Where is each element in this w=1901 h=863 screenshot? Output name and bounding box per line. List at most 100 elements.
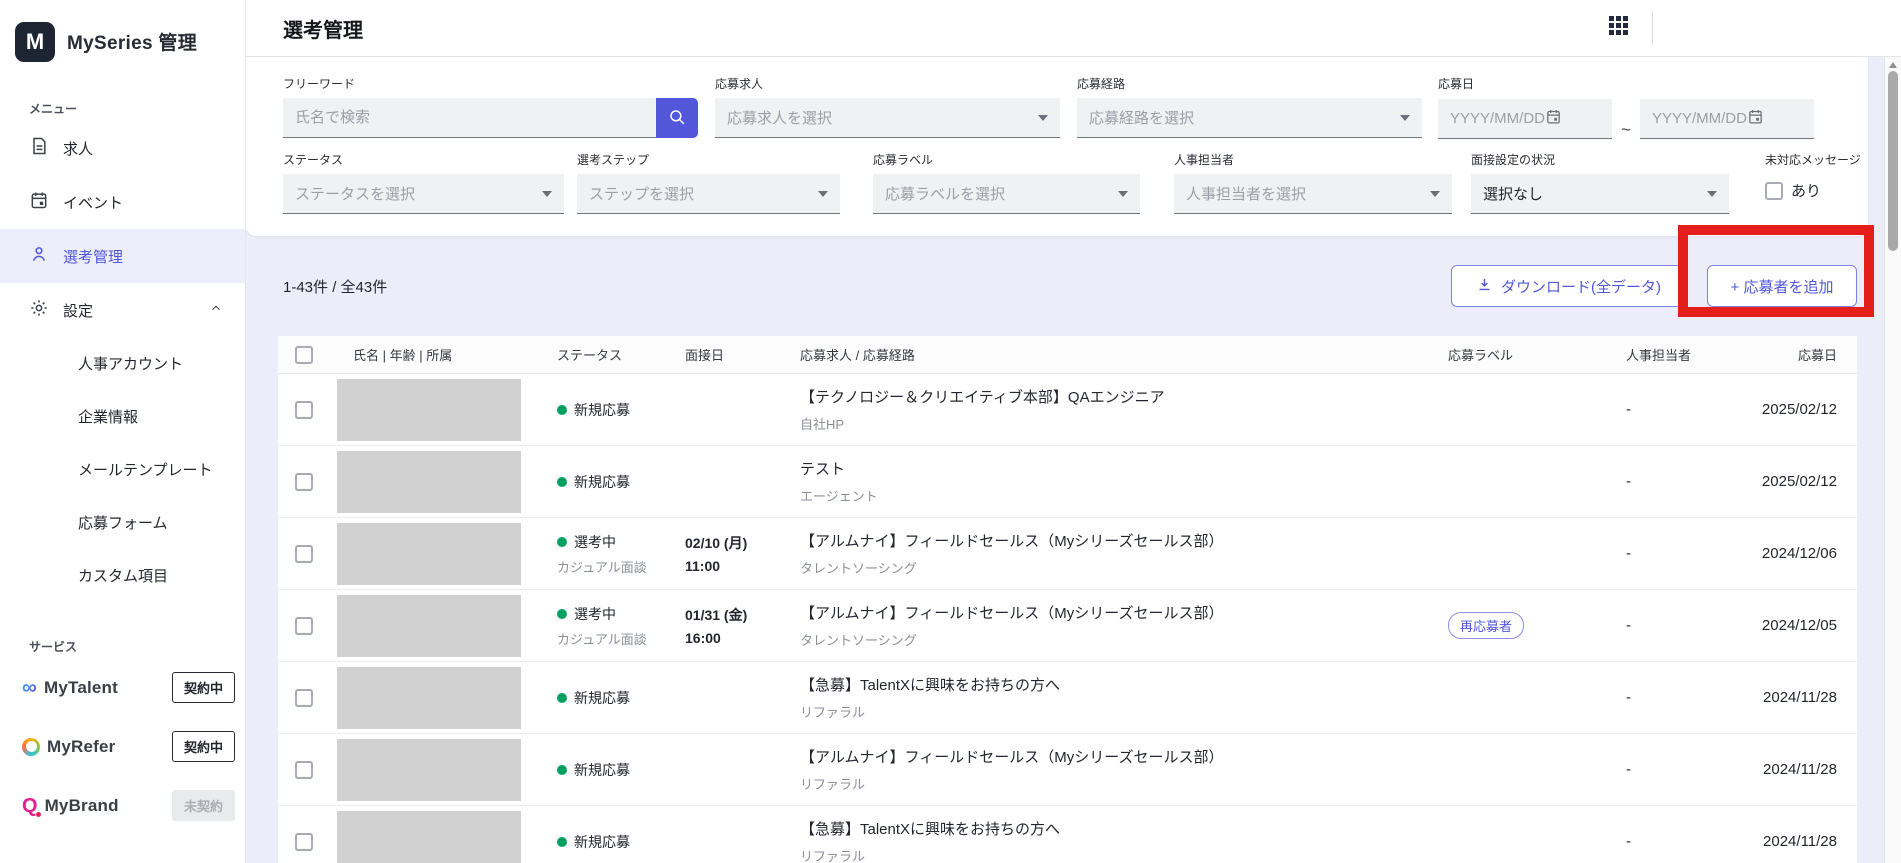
- filter-assignee: 人事担当者 人事担当者を選択: [1174, 151, 1452, 214]
- interview-date: 01/31 (金): [685, 607, 748, 623]
- route-select[interactable]: 応募経路を選択: [1077, 98, 1422, 138]
- sidebar-item-label: 求人: [63, 140, 94, 158]
- sidebar-item-application-form[interactable]: 応募フォーム: [0, 496, 245, 549]
- column-header: 応募ラベル: [1448, 348, 1514, 363]
- sidebar-item-settings[interactable]: 設定: [0, 283, 245, 337]
- assignee-select[interactable]: 人事担当者を選択: [1174, 174, 1452, 214]
- status-text: 新規応募: [574, 401, 630, 418]
- unread-checkbox[interactable]: [1765, 181, 1783, 200]
- filter-application-label: 応募ラベル 応募ラベルを選択: [873, 151, 1140, 214]
- interview-setting-select[interactable]: 選択なし: [1471, 174, 1729, 214]
- sidebar-item-company-info[interactable]: 企業情報: [0, 390, 245, 443]
- assignee-value: -: [1626, 544, 1631, 562]
- filter-label: 応募経路: [1077, 77, 1126, 91]
- table-row[interactable]: 新規応募 【テクノロジー＆クリエイティブ本部】QAエンジニア 自社HP - 20…: [278, 374, 1857, 446]
- row-checkbox[interactable]: [295, 832, 313, 851]
- calendar-icon[interactable]: [1747, 108, 1764, 129]
- filter-route: 応募経路 応募経路を選択: [1077, 75, 1422, 138]
- column-header: 応募日: [1797, 348, 1837, 363]
- filter-job: 応募求人 応募求人を選択: [715, 75, 1060, 138]
- app-launcher-icon[interactable]: [1609, 16, 1628, 35]
- status-dot-icon: [557, 836, 567, 847]
- date-to-input[interactable]: YYYY/MM/DD: [1639, 99, 1814, 139]
- page-title: 選考管理: [283, 20, 363, 42]
- sidebar-item-events[interactable]: イベント: [0, 175, 245, 229]
- download-icon: [1476, 276, 1493, 297]
- applied-date: 2024/11/28: [1763, 688, 1837, 706]
- filter-label: 応募求人: [715, 77, 764, 91]
- brand-logo[interactable]: M MySeries 管理: [0, 0, 245, 70]
- calendar-icon: [29, 190, 49, 214]
- row-checkbox[interactable]: [295, 400, 313, 419]
- row-checkbox[interactable]: [295, 544, 313, 563]
- service-mytalent[interactable]: ∞ MyTalent 契約中: [0, 661, 245, 714]
- status-dot-icon: [557, 476, 567, 487]
- table-row[interactable]: 新規応募 【アルムナイ】フィールドセールス（Myシリーズセールス部） リファラル…: [278, 734, 1857, 806]
- table-row[interactable]: 新規応募 【急募】TalentXに興味をお持ちの方へ リファラル - 2024/…: [278, 662, 1857, 734]
- row-checkbox[interactable]: [295, 760, 313, 779]
- sidebar-item-selection-management[interactable]: 選考管理: [0, 229, 245, 283]
- service-name: MyTalent: [43, 677, 119, 697]
- column-header: 氏名 | 年齢 | 所属: [353, 348, 453, 363]
- status-select[interactable]: ステータスを選択: [283, 174, 564, 214]
- select-all-checkbox[interactable]: [295, 345, 313, 364]
- add-applicant-button[interactable]: + 応募者を追加: [1707, 265, 1857, 307]
- table-row[interactable]: 新規応募 【急募】TalentXに興味をお持ちの方へ リファラル - 2024/…: [278, 806, 1857, 863]
- download-button[interactable]: ダウンロード(全データ): [1451, 265, 1686, 307]
- assignee-value: -: [1626, 760, 1631, 778]
- row-checkbox[interactable]: [295, 688, 313, 707]
- sidebar-item-custom-fields[interactable]: カスタム項目: [0, 549, 245, 602]
- top-bar: 選考管理: [246, 0, 1901, 57]
- table-row[interactable]: 選考中 カジュアル面談 01/31 (金) 16:00 【アルムナイ】フィールド…: [278, 590, 1857, 662]
- table-header-row: 氏名 | 年齢 | 所属 ステータス 面接日 応募求人 / 応募経路 応募ラベル…: [278, 336, 1857, 374]
- application-route: タレントソーシング: [800, 561, 917, 576]
- sidebar-item-mail-templates[interactable]: メールテンプレート: [0, 443, 245, 496]
- logo-m-icon: M: [15, 21, 55, 62]
- filter-interview-setting: 面接設定の状況 選択なし: [1471, 151, 1729, 214]
- redacted-name-block: [337, 738, 521, 801]
- filter-label: ステータス: [283, 153, 344, 167]
- chevron-down-icon: [1430, 190, 1440, 197]
- service-myrefer[interactable]: MyRefer 契約中: [0, 720, 245, 773]
- application-label-select[interactable]: 応募ラベルを選択: [873, 174, 1140, 214]
- brand-name: MySeries 管理: [67, 33, 198, 54]
- app-root: M MySeries 管理 メニュー 求人 イベント 選考管理 設定 人事アカウ…: [0, 0, 1901, 863]
- redacted-name-block: [337, 666, 521, 729]
- job-select[interactable]: 応募求人を選択: [715, 98, 1060, 138]
- row-checkbox[interactable]: [295, 616, 313, 635]
- job-title: テスト: [800, 461, 846, 478]
- row-checkbox[interactable]: [295, 472, 313, 491]
- search-button[interactable]: [656, 98, 698, 138]
- table-row[interactable]: 選考中 カジュアル面談 02/10 (月) 11:00 【アルムナイ】フィールド…: [278, 518, 1857, 590]
- sidebar-item-hr-accounts[interactable]: 人事アカウント: [0, 337, 245, 390]
- sidebar-item-jobs[interactable]: 求人: [0, 121, 245, 175]
- vertical-scrollbar[interactable]: [1884, 57, 1901, 863]
- applied-date: 2024/11/28: [1763, 760, 1837, 778]
- application-route: リファラル: [800, 777, 866, 792]
- scrollbar-thumb[interactable]: [1888, 71, 1898, 251]
- calendar-icon[interactable]: [1545, 108, 1562, 129]
- status-dot-icon: [557, 692, 567, 703]
- filter-apply-date: 応募日 YYYY/MM/DD ~ YYYY/MM/DD: [1438, 75, 1814, 140]
- sidebar-item-label: 選考管理: [63, 248, 124, 266]
- table-row[interactable]: 新規応募 テスト エージェント - 2025/02/12: [278, 446, 1857, 518]
- date-from-input[interactable]: YYYY/MM/DD: [1438, 99, 1612, 139]
- freeword-search-input[interactable]: [283, 98, 656, 138]
- applied-date: 2025/02/12: [1761, 472, 1837, 490]
- assignee-value: -: [1626, 832, 1631, 850]
- mybrand-logo-icon: Q: [22, 794, 41, 817]
- job-title: 【アルムナイ】フィールドセールス（Myシリーズセールス部）: [800, 605, 1224, 622]
- application-route: リファラル: [800, 849, 866, 863]
- status-dot-icon: [557, 608, 567, 619]
- status-step: カジュアル面談: [557, 559, 647, 575]
- scroll-up-arrow-icon[interactable]: [1889, 62, 1897, 68]
- sidebar-item-label: イベント: [63, 194, 124, 212]
- step-select[interactable]: ステップを選択: [577, 174, 840, 214]
- status-text: 新規応募: [574, 761, 630, 778]
- person-icon: [29, 244, 49, 268]
- chevron-down-icon: [1400, 114, 1410, 121]
- interview-time: 16:00: [685, 630, 721, 646]
- service-mybrand[interactable]: Q MyBrand 未契約: [0, 779, 245, 832]
- mytalent-logo-icon: ∞: [22, 676, 37, 699]
- application-route: リファラル: [800, 705, 866, 720]
